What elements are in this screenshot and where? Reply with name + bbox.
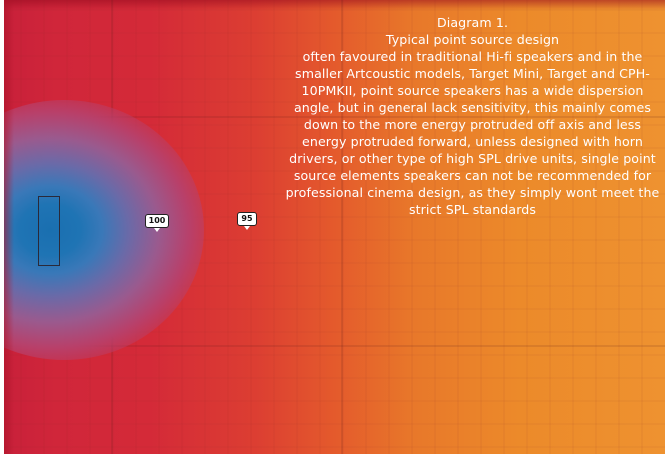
marker-pin-icon — [154, 228, 160, 232]
spl-marker-100: 100 — [144, 214, 170, 232]
spl-marker-label: 100 — [144, 214, 170, 228]
caption-title: Diagram 1. — [436, 15, 509, 30]
marker-pin-icon — [244, 226, 250, 230]
spl-marker-95: 95 — [237, 212, 257, 230]
spl-marker-label: 95 — [237, 212, 257, 226]
diagram-caption: Diagram 1. Typical point source design o… — [280, 14, 665, 218]
caption-body: often favoured in traditional Hi-fi spea… — [285, 49, 660, 217]
speaker-source — [38, 196, 60, 266]
caption-subtitle: Typical point source design — [385, 32, 560, 47]
